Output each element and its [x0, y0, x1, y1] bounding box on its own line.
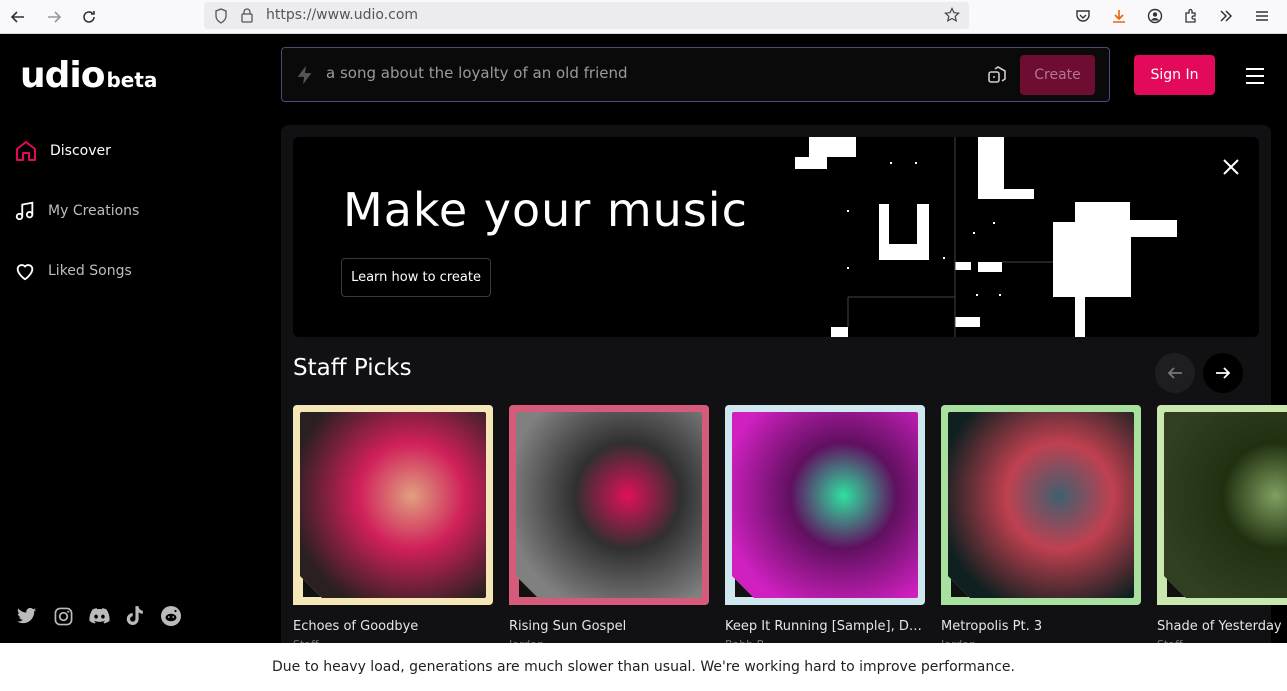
- hero-banner: Make your music Learn how to create: [293, 137, 1259, 337]
- prompt-input[interactable]: [326, 64, 966, 82]
- sign-in-button[interactable]: Sign In: [1134, 55, 1215, 95]
- tiktok-icon[interactable]: [124, 605, 146, 627]
- pocket-icon[interactable]: [1072, 5, 1094, 27]
- song-card-title[interactable]: Metropolis Pt. 3: [941, 619, 1141, 634]
- carousel-next-button[interactable]: [1203, 353, 1243, 393]
- hamburger-menu-icon[interactable]: [1244, 65, 1266, 87]
- sidebar-item-label: Discover: [50, 143, 111, 159]
- learn-how-button[interactable]: Learn how to create: [341, 258, 491, 297]
- song-card[interactable]: Shade of YesterdayStaff: [1157, 405, 1287, 643]
- song-card-artwork[interactable]: [293, 405, 493, 605]
- discord-icon[interactable]: [88, 605, 110, 627]
- download-icon[interactable]: [1108, 5, 1130, 27]
- song-card-artwork[interactable]: [1157, 405, 1287, 605]
- twitter-icon[interactable]: [16, 605, 38, 627]
- song-card-title[interactable]: Echoes of Goodbye: [293, 619, 493, 634]
- forward-arrow-icon: [48, 11, 62, 23]
- overflow-chevron-icon[interactable]: [1215, 5, 1237, 27]
- address-bar[interactable]: https://www.udio.com: [204, 2, 969, 29]
- reload-button[interactable]: [77, 5, 101, 29]
- social-links: [16, 605, 182, 627]
- udio-logo[interactable]: udio beta: [20, 55, 157, 96]
- close-icon[interactable]: [1219, 155, 1243, 179]
- song-card[interactable]: Metropolis Pt. 3Jordan: [941, 405, 1141, 643]
- song-card-title[interactable]: Shade of Yesterday: [1157, 619, 1287, 634]
- reddit-icon[interactable]: [160, 605, 182, 627]
- forward-button[interactable]: [42, 5, 66, 29]
- sidebar-item-label: My Creations: [48, 203, 140, 219]
- logo-beta-badge: beta: [106, 68, 158, 92]
- lock-icon: [241, 8, 253, 23]
- heart-icon: [16, 264, 34, 281]
- card-corner-mark: [519, 579, 537, 597]
- banner-pixel-art: [795, 137, 1177, 337]
- extensions-icon[interactable]: [1180, 5, 1202, 27]
- arrow-left-icon: [1167, 367, 1182, 379]
- banner-title: Make your music: [343, 183, 748, 237]
- prompt-bar: Create: [281, 47, 1110, 102]
- song-card-title[interactable]: Rising Sun Gospel: [509, 619, 709, 634]
- card-corner-mark: [1167, 579, 1185, 597]
- url-text: https://www.udio.com: [266, 7, 419, 23]
- arrow-right-icon: [1216, 367, 1231, 379]
- card-corner-mark: [303, 579, 321, 597]
- random-dice-icon[interactable]: [987, 65, 1007, 85]
- song-card-title[interactable]: Keep It Running [Sample], Danc…: [725, 619, 925, 634]
- shield-icon: [215, 8, 227, 24]
- song-card-artwork[interactable]: [941, 405, 1141, 605]
- song-card[interactable]: Echoes of GoodbyeStaff: [293, 405, 493, 643]
- section-title: Staff Picks: [293, 355, 412, 381]
- browser-toolbar: https://www.udio.com: [0, 0, 1287, 34]
- music-note-icon: [15, 201, 34, 221]
- reload-icon: [83, 11, 95, 23]
- logo-text: udio: [20, 55, 105, 96]
- lightning-icon: [297, 65, 312, 85]
- home-icon: [16, 141, 36, 161]
- card-corner-mark: [735, 579, 753, 597]
- back-arrow-icon: [10, 11, 24, 23]
- sidebar-item-label: Liked Songs: [48, 263, 132, 279]
- song-card[interactable]: Rising Sun GospelJordan: [509, 405, 709, 643]
- udio-app: udio beta Discover My Creations Liked Son…: [0, 35, 1287, 643]
- carousel-prev-button[interactable]: [1155, 353, 1195, 393]
- back-button[interactable]: [6, 5, 30, 29]
- sidebar-item-liked-songs[interactable]: Liked Songs: [14, 256, 132, 286]
- create-button[interactable]: Create: [1020, 55, 1095, 95]
- song-card[interactable]: Keep It Running [Sample], Danc…Rabb B: [725, 405, 925, 643]
- bookmark-star-icon[interactable]: [944, 7, 960, 23]
- song-card-artwork[interactable]: [725, 405, 925, 605]
- account-icon[interactable]: [1144, 5, 1166, 27]
- load-notice-banner: Due to heavy load, generations are much …: [0, 643, 1287, 691]
- instagram-icon[interactable]: [52, 605, 74, 627]
- card-corner-mark: [951, 579, 969, 597]
- sidebar-item-my-creations[interactable]: My Creations: [14, 196, 139, 226]
- sidebar-item-discover[interactable]: Discover: [14, 136, 111, 166]
- song-card-artwork[interactable]: [509, 405, 709, 605]
- browser-menu-icon[interactable]: [1251, 5, 1273, 27]
